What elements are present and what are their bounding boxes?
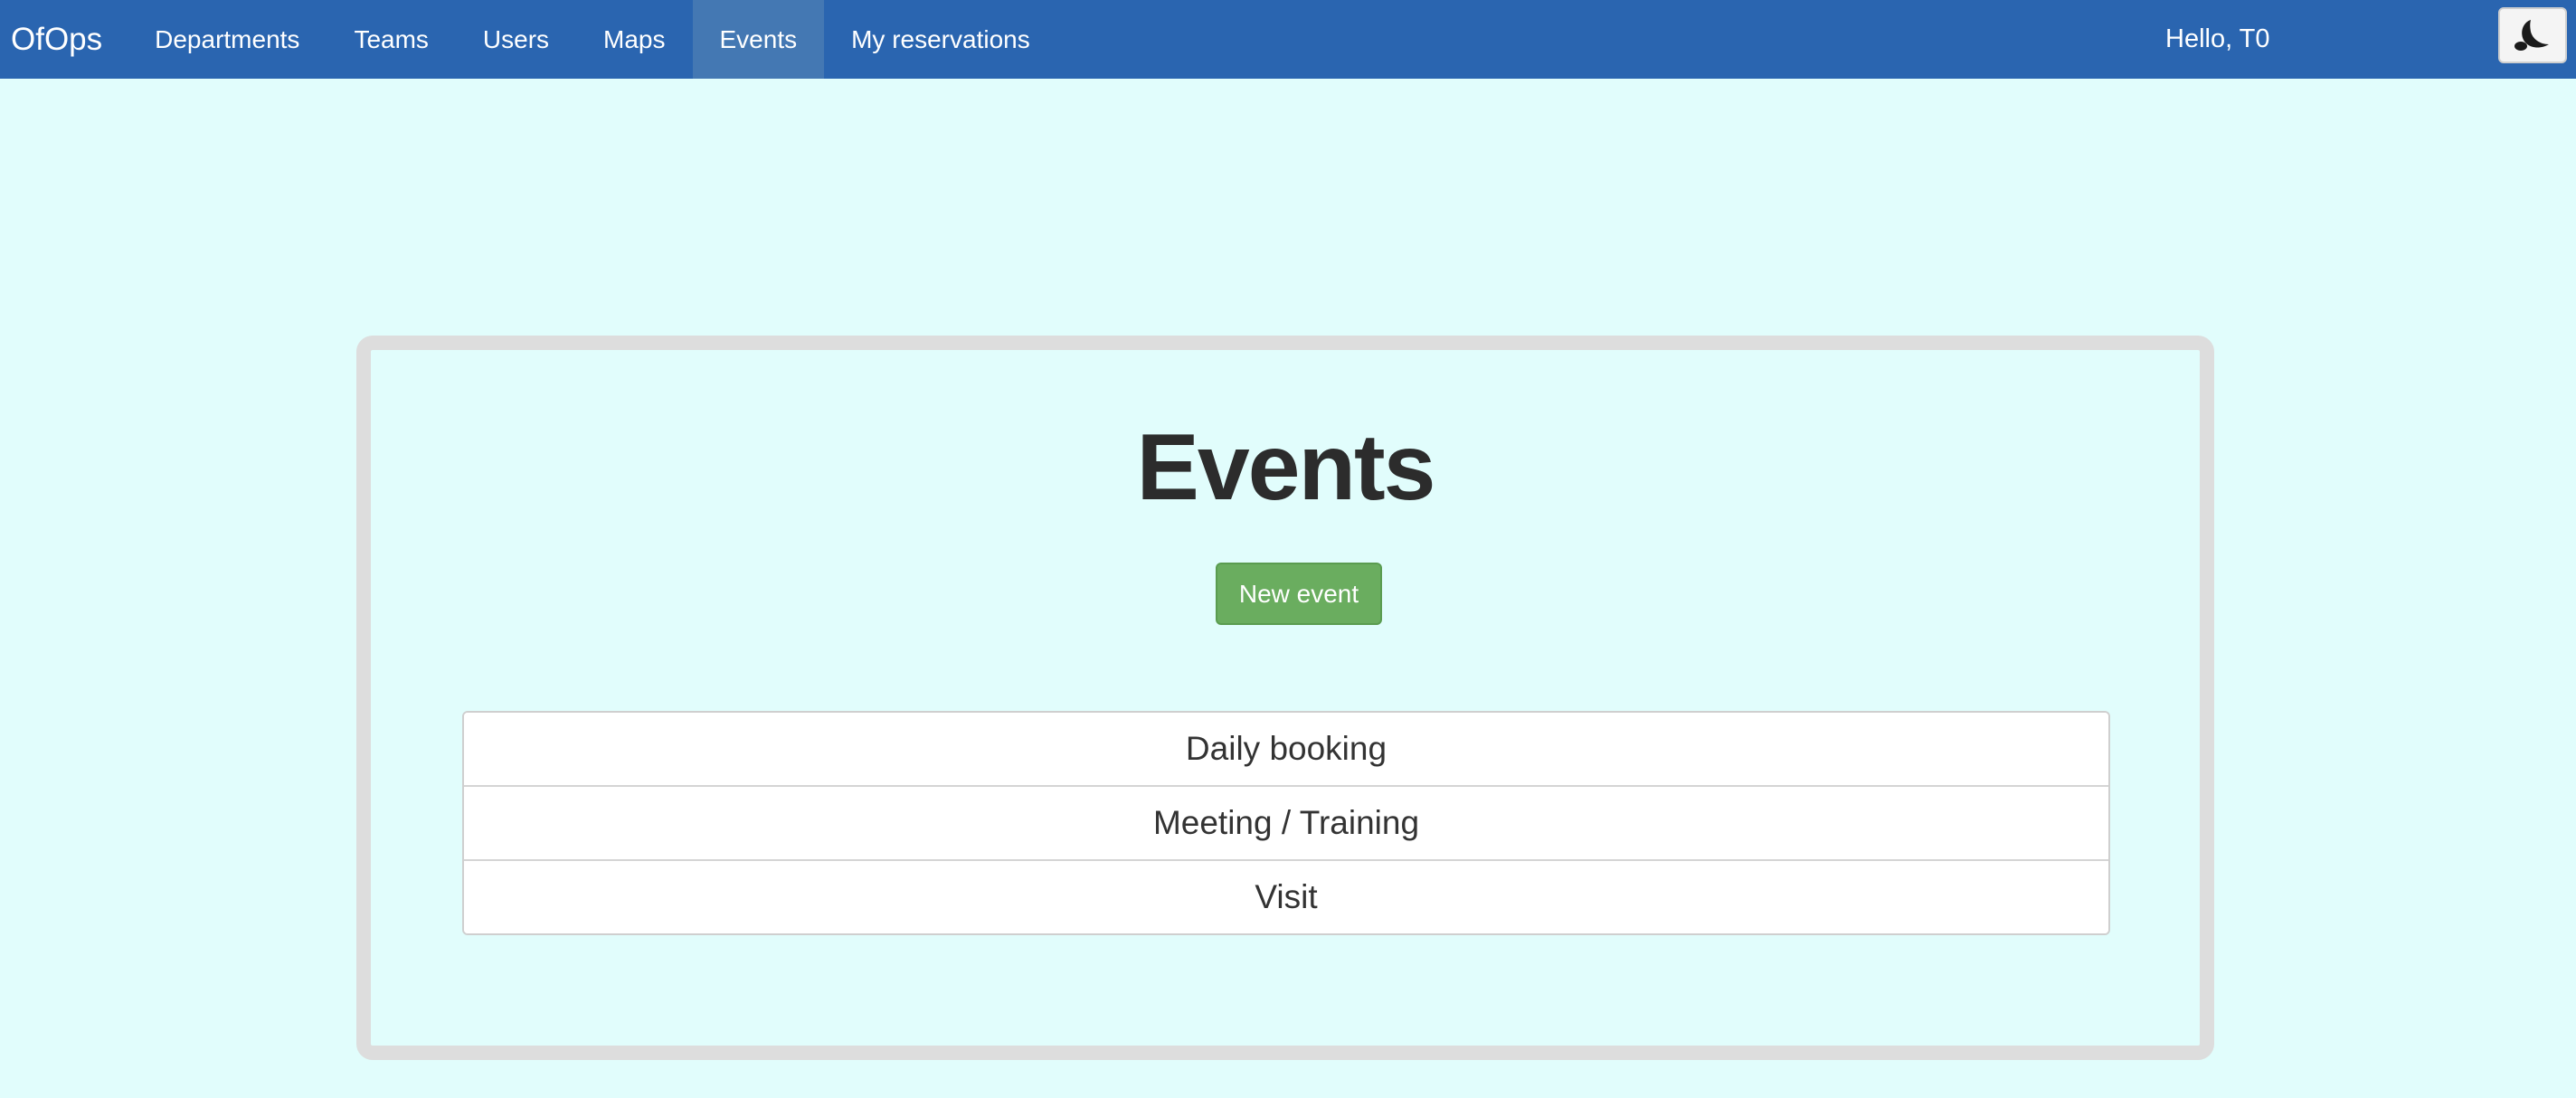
event-item-meeting-training[interactable]: Meeting / Training [464, 787, 2108, 861]
nav-menu: Departments Teams Users Maps Events My r… [128, 0, 1057, 79]
page-title: Events [1136, 415, 1435, 520]
events-card: Events New event Daily booking Meeting /… [356, 336, 2214, 1060]
nav-item-maps[interactable]: Maps [576, 0, 692, 79]
nav-item-departments[interactable]: Departments [128, 0, 327, 79]
new-event-button[interactable]: New event [1216, 563, 1382, 625]
top-navbar: OfOps Departments Teams Users Maps Event… [0, 0, 2576, 79]
nav-item-users[interactable]: Users [456, 0, 576, 79]
nav-item-teams[interactable]: Teams [327, 0, 455, 79]
theme-toggle-button[interactable] [2498, 7, 2567, 63]
nav-item-events[interactable]: Events [692, 0, 825, 79]
event-item-daily-booking[interactable]: Daily booking [464, 713, 2108, 787]
user-greeting: Hello, T0 [2165, 24, 2270, 53]
event-type-list: Daily booking Meeting / Training Visit [462, 711, 2110, 935]
event-item-visit[interactable]: Visit [464, 861, 2108, 933]
brand-logo[interactable]: OfOps [0, 0, 128, 79]
nav-item-my-reservations[interactable]: My reservations [824, 0, 1057, 79]
moon-icon [2514, 20, 2549, 51]
